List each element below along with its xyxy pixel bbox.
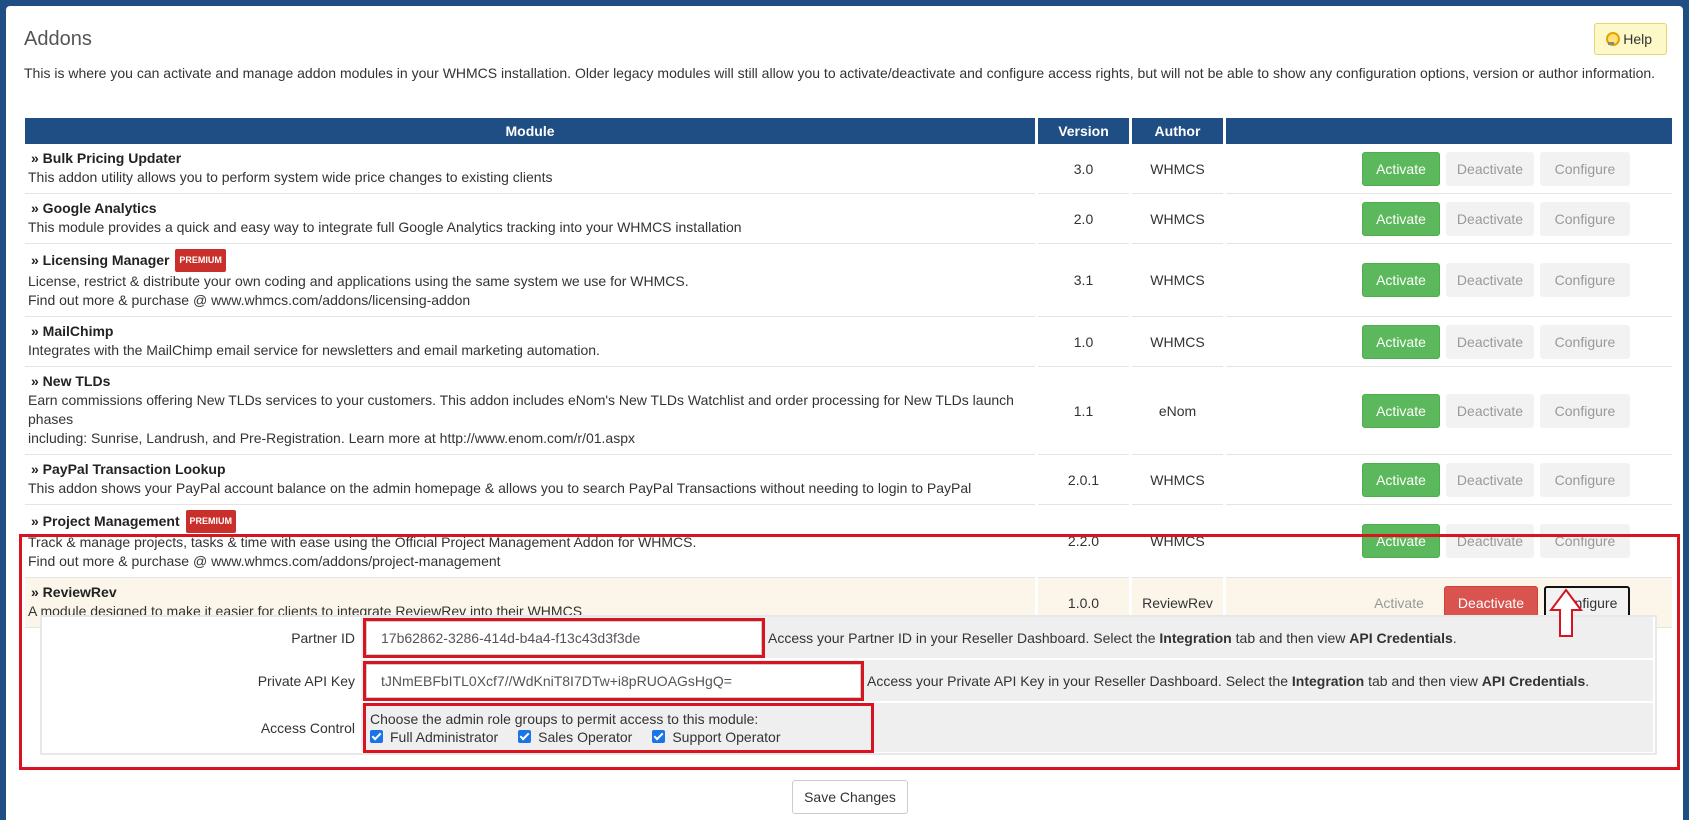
activate-button[interactable]: Activate [1362,524,1440,558]
table-row: » Bulk Pricing Updater This addon utilit… [25,144,1672,194]
table-row: » New TLDs Earn commissions offering New… [25,367,1672,455]
role-checkbox-support-operator[interactable]: Support Operator [652,729,781,745]
deactivate-button: Deactivate [1446,462,1534,497]
module-name: » Project Management [31,513,180,529]
partner-id-label: Partner ID [44,617,361,658]
activate-button[interactable]: Activate [1362,393,1440,428]
table-row: » PayPal Transaction Lookup This addon s… [25,455,1672,505]
configure-button: Configure [1540,462,1630,497]
module-description: Earn commissions offering New TLDs servi… [28,392,1014,427]
module-description: This addon utility allows you to perform… [28,169,553,185]
activate-button[interactable]: Activate [1362,462,1440,497]
module-version: 2.2.0 [1038,505,1129,578]
module-version: 3.0 [1038,144,1129,194]
save-changes-button[interactable]: Save Changes [792,780,908,814]
role-checkbox-full-admin[interactable]: Full Administrator [370,729,498,745]
module-version: 2.0 [1038,194,1129,244]
deactivate-button: Deactivate [1446,324,1534,359]
module-description: License, restrict & distribute your own … [28,273,689,289]
api-key-label: Private API Key [44,660,361,701]
access-control-group: Choose the admin role groups to permit a… [363,702,874,753]
module-version: 1.1 [1038,367,1129,455]
module-name: » Licensing Manager [31,252,170,268]
activate-button[interactable]: Activate [1362,201,1440,236]
lightbulb-icon [1605,32,1621,46]
activate-button[interactable]: Activate [1362,324,1440,359]
col-header-actions [1226,118,1672,144]
module-version: 2.0.1 [1038,455,1129,505]
main-panel: Addons Help This is where you can activa… [6,6,1683,820]
module-description: Integrates with the MailChimp email serv… [28,342,600,358]
module-description: This module provides a quick and easy wa… [28,219,742,235]
configure-button: Configure [1540,151,1630,186]
col-header-version: Version [1038,118,1129,144]
addons-table: Module Version Author » Bulk Pricing Upd… [22,118,1675,628]
api-key-input[interactable] [363,660,864,701]
module-description-more: Find out more & purchase @ www.whmcs.com… [28,553,501,569]
module-author: WHMCS [1132,194,1223,244]
module-description: Track & manage projects, tasks & time wi… [28,534,697,550]
activate-button[interactable]: Activate [1362,151,1440,186]
api-key-hint: Access your Private API Key in your Rese… [867,672,1590,689]
module-config-panel: Partner ID Access your Partner ID in you… [40,615,1657,755]
table-row: » MailChimp Integrates with the MailChim… [25,317,1672,367]
configure-button: Configure [1540,393,1630,428]
partner-id-input[interactable] [363,617,765,658]
module-description-more: Find out more & purchase @ www.whmcs.com… [28,292,471,308]
module-description-more: including: Sunrise, Landrush, and Pre-Re… [28,430,635,446]
module-version: 1.0 [1038,317,1129,367]
table-row: » Google Analytics This module provides … [25,194,1672,244]
access-control-row: Access Control Choose the admin role gro… [44,702,1653,753]
checkbox-checked-icon[interactable] [652,730,666,743]
module-name: » MailChimp [31,323,114,339]
premium-badge: PREMIUM [185,510,236,533]
module-author: WHMCS [1132,505,1223,578]
deactivate-button: Deactivate [1446,524,1534,558]
table-row: » Project Management PREMIUM Track & man… [25,505,1672,578]
table-row: » Licensing Manager PREMIUM License, res… [25,244,1672,317]
configure-button: Configure [1540,201,1630,236]
partner-id-hint: Access your Partner ID in your Reseller … [768,629,1457,646]
partner-id-row: Partner ID Access your Partner ID in you… [44,617,1653,659]
checkbox-checked-icon[interactable] [518,730,532,743]
col-header-author: Author [1132,118,1223,144]
module-author: eNom [1132,367,1223,455]
arrow-up-icon [1549,588,1583,637]
module-author: WHMCS [1132,244,1223,317]
module-author: WHMCS [1132,144,1223,194]
col-header-module: Module [25,118,1035,144]
module-author: WHMCS [1132,317,1223,367]
premium-badge: PREMIUM [175,249,226,272]
checkbox-checked-icon[interactable] [370,730,383,743]
api-key-row: Private API Key Access your Private API … [44,660,1653,702]
activate-button[interactable]: Activate [1362,263,1440,297]
deactivate-button: Deactivate [1446,201,1534,236]
deactivate-button: Deactivate [1446,151,1534,186]
deactivate-button: Deactivate [1446,263,1534,297]
role-checkbox-sales-operator[interactable]: Sales Operator [518,729,632,745]
help-button[interactable]: Help [1594,23,1667,55]
module-author: WHMCS [1132,455,1223,505]
module-name: » New TLDs [31,373,111,389]
deactivate-button: Deactivate [1446,393,1534,428]
configure-button: Configure [1540,524,1630,558]
module-name: » ReviewRev [31,584,117,600]
access-control-label: Access Control [44,703,361,752]
module-name: » PayPal Transaction Lookup [31,461,226,477]
module-description: This addon shows your PayPal account bal… [28,480,972,496]
module-name: » Bulk Pricing Updater [31,150,182,166]
configure-button: Configure [1540,263,1630,297]
intro-text: This is where you can activate and manag… [24,65,1656,81]
access-control-intro: Choose the admin role groups to permit a… [370,710,759,727]
configure-button: Configure [1540,324,1630,359]
help-label: Help [1623,31,1652,47]
module-name: » Google Analytics [31,200,157,216]
module-version: 3.1 [1038,244,1129,317]
page-title: Addons [24,28,92,50]
